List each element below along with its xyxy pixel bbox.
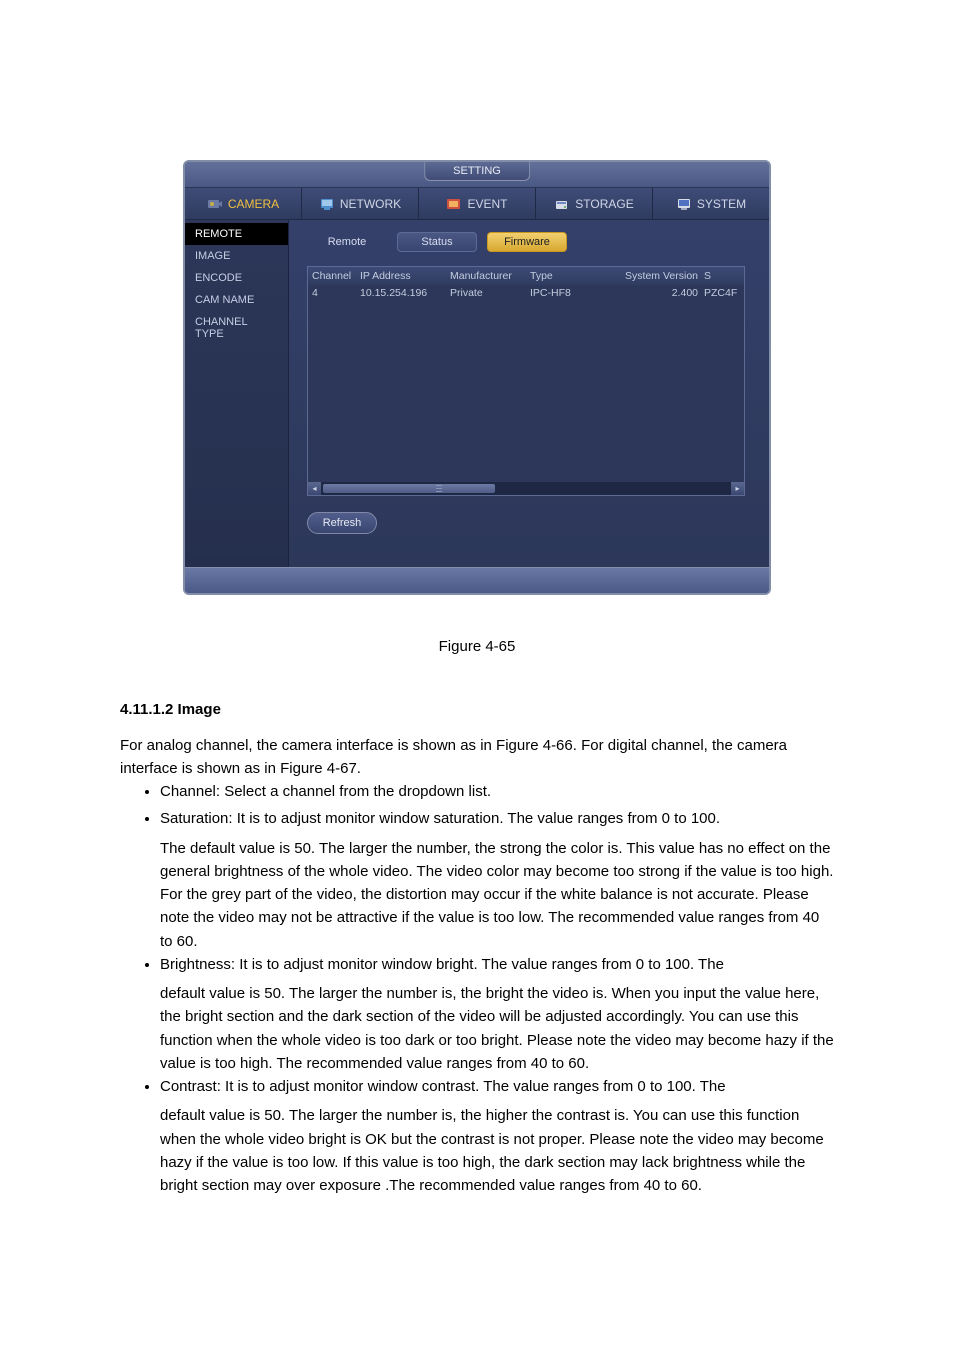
cell-ip: 10.15.254.196 <box>360 287 450 299</box>
nav-system[interactable]: SYSTEM <box>653 188 769 219</box>
bullet-brightness-body: default value is 50. The larger the numb… <box>160 982 834 1075</box>
top-nav: CAMERA NETWORK EVENT STORAGE <box>185 188 769 220</box>
sidebar-item-remote[interactable]: REMOTE <box>185 223 288 245</box>
col-type: Type <box>530 270 620 282</box>
sidebar-item-encode[interactable]: ENCODE <box>185 267 288 289</box>
col-channel: Channel <box>312 270 360 282</box>
sidebar: REMOTE IMAGE ENCODE CAM NAME CHANNEL TYP… <box>185 220 289 567</box>
cell-type: IPC-HF8 <box>530 287 620 299</box>
subtabs: Remote Status Firmware <box>307 232 769 252</box>
section-heading: 4.11.1.2 Image <box>120 698 834 721</box>
cell-sn: PZC4F <box>704 287 744 299</box>
h-scrollbar[interactable]: ◂ ▸ <box>308 482 744 495</box>
bullet-contrast-body: default value is 50. The larger the numb… <box>160 1104 834 1197</box>
settings-dialog: SETTING CAMERA NETWORK EVENT <box>183 160 771 595</box>
figure-label: Figure 4-65 <box>120 635 834 658</box>
col-sv: System Version <box>620 270 704 282</box>
nav-label: NETWORK <box>340 197 401 211</box>
nav-network[interactable]: NETWORK <box>302 188 419 219</box>
cell-channel: 4 <box>312 287 360 299</box>
col-sn: S <box>704 270 744 282</box>
col-ip: IP Address <box>360 270 450 282</box>
bullet-contrast-head: Contrast: It is to adjust monitor window… <box>160 1075 834 1098</box>
bullet-brightness-head: Brightness: It is to adjust monitor wind… <box>160 953 834 976</box>
cell-sv: 2.400 <box>620 287 704 299</box>
system-icon <box>676 197 692 211</box>
event-icon <box>446 197 462 211</box>
scroll-track[interactable] <box>321 482 731 495</box>
table-header: Channel IP Address Manufacturer Type Sys… <box>308 267 744 285</box>
col-mfg: Manufacturer <box>450 270 530 282</box>
dialog-title: SETTING <box>424 162 530 181</box>
scroll-thumb[interactable] <box>323 484 495 493</box>
dialog-footer <box>185 567 769 593</box>
table-row[interactable]: 4 10.15.254.196 Private IPC-HF8 2.400 PZ… <box>308 285 744 301</box>
firmware-table: Channel IP Address Manufacturer Type Sys… <box>307 266 745 496</box>
scroll-right-icon[interactable]: ▸ <box>731 482 744 495</box>
nav-label: EVENT <box>467 197 507 211</box>
subtab-remote[interactable]: Remote <box>307 232 387 252</box>
bullet-saturation-body: The default value is 50. The larger the … <box>160 837 834 953</box>
nav-camera[interactable]: CAMERA <box>185 188 302 219</box>
subtab-firmware[interactable]: Firmware <box>487 232 567 252</box>
main-panel: Remote Status Firmware Channel IP Addres… <box>289 220 769 567</box>
nav-storage[interactable]: STORAGE <box>536 188 653 219</box>
nav-label: STORAGE <box>575 197 633 211</box>
scroll-grip-icon <box>436 485 442 492</box>
titlebar: SETTING <box>185 162 769 188</box>
bullet-channel: Channel: Select a channel from the dropd… <box>160 780 834 803</box>
sidebar-item-channeltype[interactable]: CHANNEL TYPE <box>185 311 288 345</box>
subtab-status[interactable]: Status <box>397 232 477 252</box>
refresh-button[interactable]: Refresh <box>307 512 377 534</box>
network-icon <box>319 197 335 211</box>
intro-paragraph: For analog channel, the camera interface… <box>120 734 834 781</box>
nav-label: SYSTEM <box>697 197 746 211</box>
nav-event[interactable]: EVENT <box>419 188 536 219</box>
sidebar-item-image[interactable]: IMAGE <box>185 245 288 267</box>
cell-mfg: Private <box>450 287 530 299</box>
storage-icon <box>554 197 570 211</box>
sidebar-item-camname[interactable]: CAM NAME <box>185 289 288 311</box>
nav-label: CAMERA <box>228 197 279 211</box>
bullet-saturation-head: Saturation: It is to adjust monitor wind… <box>160 807 834 830</box>
document-text: Figure 4-65 4.11.1.2 Image For analog ch… <box>120 635 834 1197</box>
scroll-left-icon[interactable]: ◂ <box>308 482 321 495</box>
camera-icon <box>207 197 223 211</box>
